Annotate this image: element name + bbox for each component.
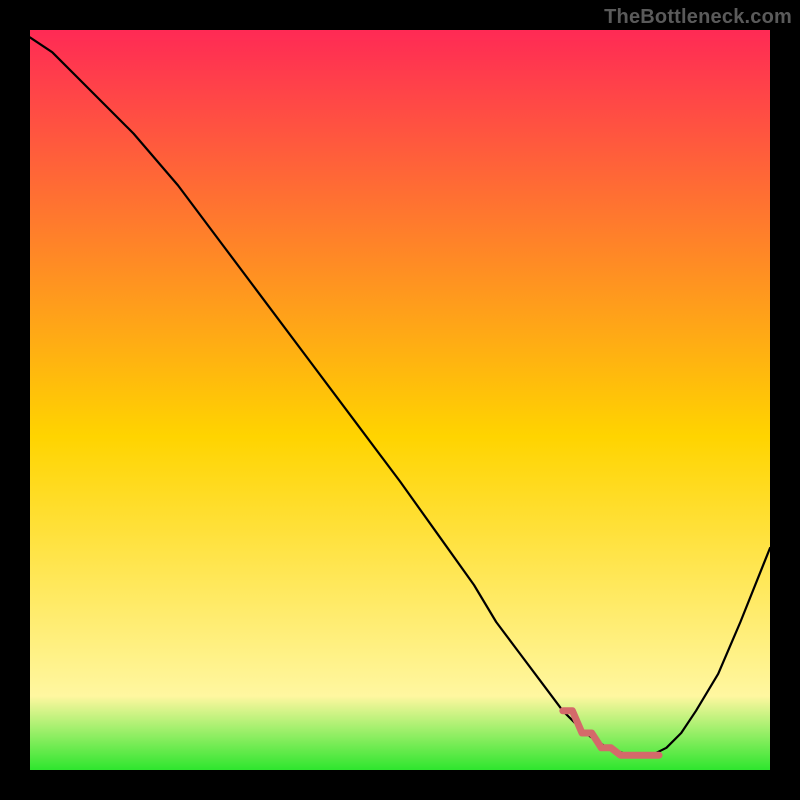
- chart-frame: TheBottleneck.com: [0, 0, 800, 800]
- plot-svg: [30, 30, 770, 770]
- plot-area: [30, 30, 770, 770]
- watermark-label: TheBottleneck.com: [604, 6, 792, 29]
